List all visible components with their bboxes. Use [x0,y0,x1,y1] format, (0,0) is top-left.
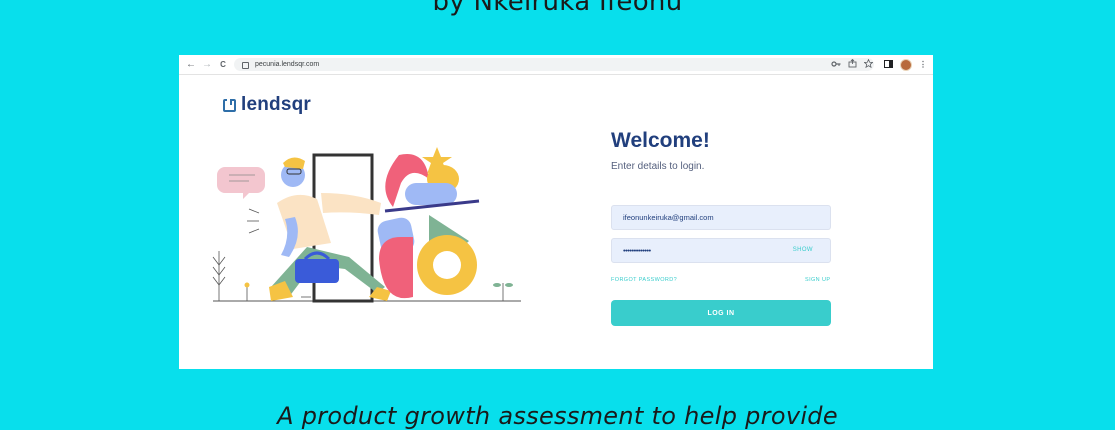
address-bar[interactable]: pecunia.lendsqr.com [234,58,874,71]
menu-icon[interactable]: ⋮ [919,60,927,69]
reload-icon[interactable]: C [216,55,230,74]
login-illustration [212,147,521,303]
star-icon[interactable] [863,58,874,70]
lendsqr-logo: lendsqr [223,94,311,116]
login-button[interactable]: LOG IN [611,300,831,326]
lendsqr-logo-icon [223,98,236,112]
key-icon[interactable] [831,60,841,70]
address-url: pecunia.lendsqr.com [255,61,320,68]
email-field[interactable] [611,205,831,230]
forward-arrow-icon[interactable]: → [200,55,214,74]
back-arrow-icon[interactable]: ← [184,55,198,74]
share-icon[interactable] [848,58,857,70]
password-input[interactable] [623,246,793,255]
forgot-password-link[interactable]: FORGOT PASSWORD? [611,277,677,283]
login-subtitle: Enter details to login. [611,161,705,172]
email-input[interactable] [623,213,793,222]
welcome-heading: Welcome! [611,129,710,152]
lock-icon [242,62,249,69]
browser-window: ← → C pecunia.lendsqr.com ⋮ lendsqr Welc… [179,55,933,369]
lendsqr-logo-text: lendsqr [241,94,312,115]
profile-avatar[interactable] [900,58,912,71]
bottom-caption: A product growth assessment to help prov… [277,402,838,430]
sign-up-link[interactable]: SIGN UP [805,277,830,283]
show-password-button[interactable]: SHOW [793,247,813,253]
sidepanel-icon[interactable] [884,59,893,70]
password-field[interactable]: SHOW [611,238,831,263]
browser-toolbar: ← → C pecunia.lendsqr.com ⋮ [179,55,933,75]
top-caption: by Nkeiruka Ifeonu [432,0,683,17]
